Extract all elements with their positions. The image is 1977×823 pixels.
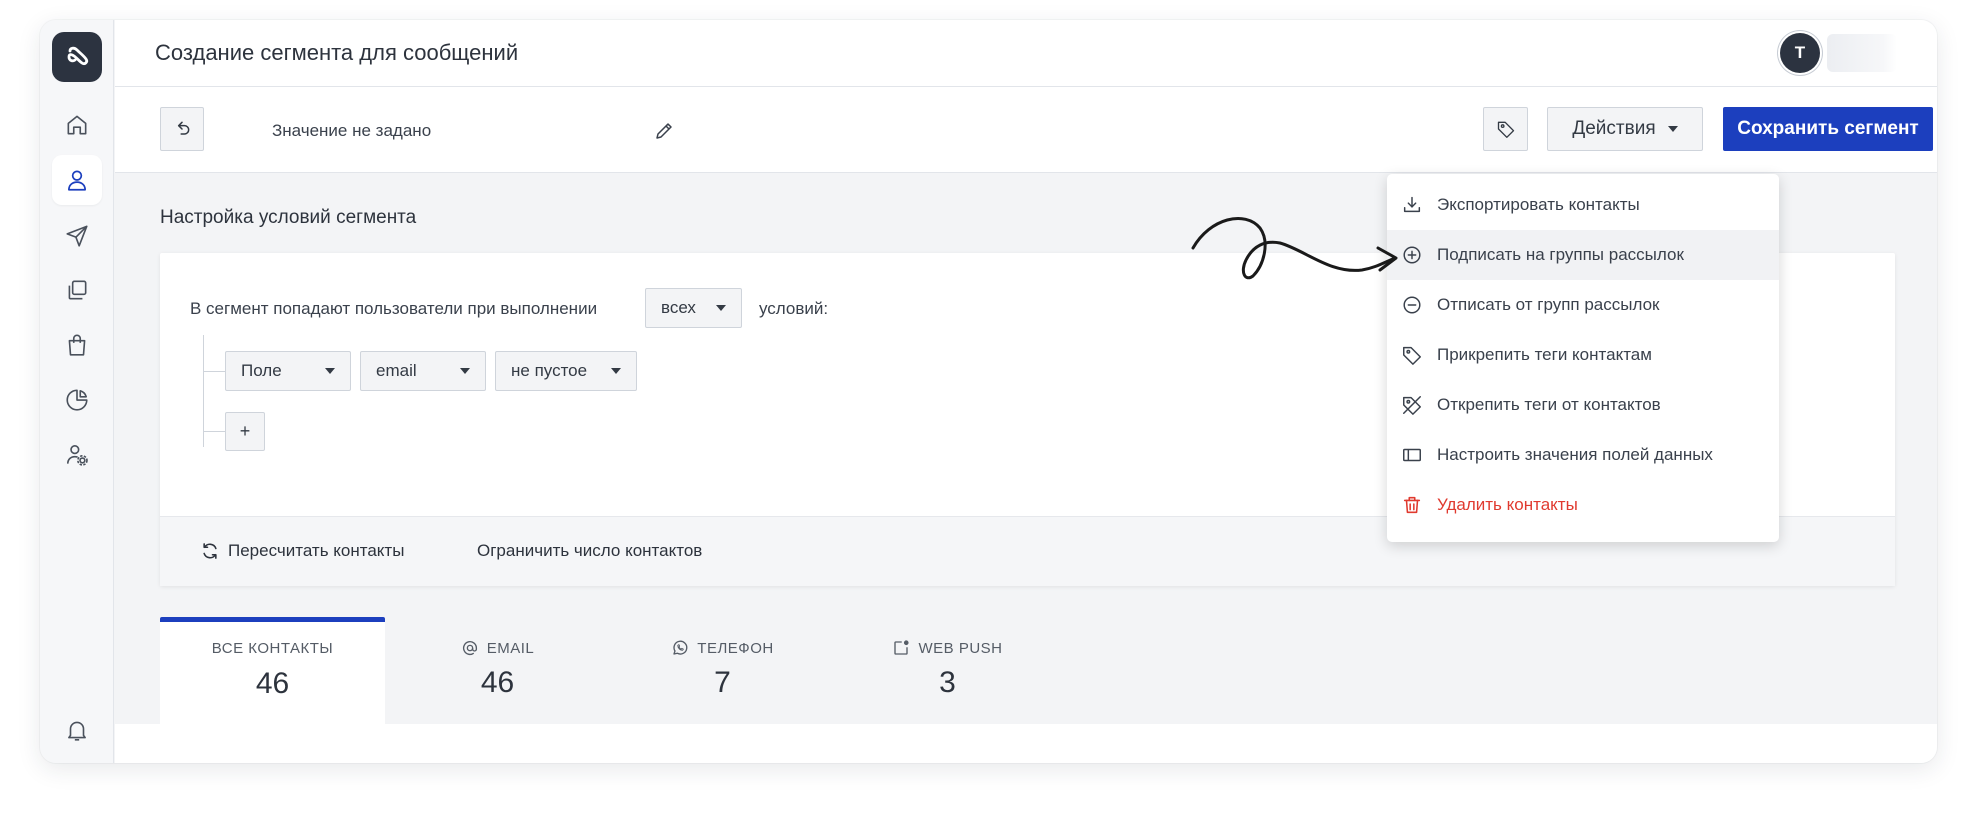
rule-prefix: В сегмент попадают пользователи при выпо… bbox=[190, 299, 598, 318]
match-select[interactable]: всех bbox=[645, 288, 742, 328]
menu-item-attach-tags[interactable]: Прикрепить теги контактам bbox=[1387, 330, 1779, 380]
menu-item-label: Настроить значения полей данных bbox=[1437, 445, 1713, 464]
sidebar-item-templates[interactable] bbox=[52, 265, 102, 315]
pie-chart-icon bbox=[66, 389, 88, 411]
tab-count: 46 bbox=[480, 666, 515, 699]
actions-dropdown-button[interactable]: Действия bbox=[1547, 107, 1703, 151]
sidebar-item-notifications[interactable] bbox=[52, 705, 102, 755]
menu-item-label: Отписать от групп рассылок bbox=[1437, 295, 1660, 314]
sidebar-item-campaigns[interactable] bbox=[52, 210, 102, 260]
back-button[interactable] bbox=[160, 107, 204, 151]
download-icon bbox=[1403, 196, 1421, 213]
section-title: Настройка условий сегмента bbox=[160, 207, 417, 228]
menu-item-delete-contacts[interactable]: Удалить контакты bbox=[1387, 480, 1779, 530]
field-icon bbox=[1403, 448, 1421, 462]
tab-label: ТЕЛЕФОН bbox=[697, 639, 774, 657]
sidebar-item-shop[interactable] bbox=[52, 320, 102, 370]
tab-count: 3 bbox=[939, 666, 956, 699]
sidebar-item-home[interactable] bbox=[52, 100, 102, 150]
tab-email[interactable]: EMAIL 46 bbox=[385, 617, 610, 724]
home-icon bbox=[67, 115, 87, 135]
caret-down-icon bbox=[611, 368, 621, 374]
menu-item-export[interactable]: Экспортировать контакты bbox=[1387, 180, 1779, 230]
tab-count: 7 bbox=[714, 666, 731, 699]
recalculate-button[interactable]: Пересчитать контакты bbox=[200, 541, 404, 561]
tab-label: EMAIL bbox=[486, 639, 535, 657]
tree-branch bbox=[203, 371, 225, 372]
field-type-select[interactable]: Поле bbox=[225, 351, 351, 391]
caret-down-icon bbox=[1667, 126, 1678, 132]
tab-web-push[interactable]: WEB PUSH 3 bbox=[835, 617, 1060, 724]
limit-contacts-button[interactable]: Ограничить число контактов bbox=[477, 541, 702, 561]
field-value: email bbox=[376, 361, 417, 380]
menu-item-label: Экспортировать контакты bbox=[1437, 195, 1640, 214]
main-area: Создание сегмента для сообщений T Значен… bbox=[115, 20, 1937, 763]
tab-label: ВСЕ КОНТАКТЫ bbox=[211, 640, 334, 657]
templates-icon bbox=[68, 280, 87, 300]
caret-down-icon bbox=[460, 368, 470, 374]
whatsapp-icon bbox=[673, 640, 688, 655]
menu-item-label: Удалить контакты bbox=[1437, 495, 1578, 514]
page-title: Создание сегмента для сообщений bbox=[155, 40, 519, 65]
web-push-icon bbox=[894, 640, 910, 655]
tag-icon bbox=[1497, 121, 1514, 138]
menu-item-subscribe[interactable]: Подписать на группы рассылок bbox=[1387, 230, 1779, 280]
tab-count: 46 bbox=[255, 667, 290, 700]
content-bottom bbox=[115, 724, 1937, 763]
tag-off-icon bbox=[1403, 396, 1421, 415]
bell-icon bbox=[68, 721, 86, 741]
caret-down-icon bbox=[716, 305, 726, 311]
channel-tabs: ВСЕ КОНТАКТЫ 46 EMAIL 46 ТЕЛЕФОН 7 WEB P… bbox=[160, 617, 1937, 724]
sidebar bbox=[40, 20, 114, 763]
tab-phone[interactable]: ТЕЛЕФОН 7 bbox=[610, 617, 835, 724]
shopping-bag-icon bbox=[68, 334, 86, 356]
plus-circle-icon bbox=[1403, 246, 1421, 264]
menu-item-field-values[interactable]: Настроить значения полей данных bbox=[1387, 430, 1779, 480]
at-icon bbox=[462, 640, 477, 656]
pencil-icon[interactable] bbox=[652, 119, 676, 143]
minus-circle-icon bbox=[1403, 296, 1421, 314]
user-settings-icon bbox=[66, 444, 88, 466]
actions-menu: Экспортировать контакты Подписать на гру… bbox=[1387, 174, 1779, 542]
sidebar-item-users-settings[interactable] bbox=[52, 430, 102, 480]
menu-item-label: Открепить теги от контактов bbox=[1437, 395, 1661, 414]
operator-select[interactable]: не пустое bbox=[495, 351, 637, 391]
field-type-value: Поле bbox=[241, 361, 282, 380]
menu-item-label: Прикрепить теги контактам bbox=[1437, 345, 1652, 364]
refresh-icon bbox=[203, 543, 217, 559]
sidebar-item-analytics[interactable] bbox=[52, 375, 102, 425]
tab-label: WEB PUSH bbox=[918, 639, 1003, 657]
tag-icon bbox=[1403, 346, 1421, 365]
user-icon bbox=[68, 170, 86, 191]
caret-down-icon bbox=[325, 368, 335, 374]
tab-all-contacts[interactable]: ВСЕ КОНТАКТЫ 46 bbox=[160, 617, 385, 724]
add-condition-button[interactable]: + bbox=[225, 412, 265, 451]
save-segment-button[interactable]: Сохранить сегмент bbox=[1723, 107, 1933, 151]
rule-suffix: условий: bbox=[759, 299, 829, 318]
trash-icon bbox=[1403, 496, 1421, 514]
menu-item-detach-tags[interactable]: Открепить теги от контактов bbox=[1387, 380, 1779, 430]
tree-branch bbox=[203, 431, 225, 432]
segment-toolbar: Значение не задано Действия Сохранить се… bbox=[115, 87, 1937, 173]
logo-icon bbox=[67, 46, 89, 66]
avatar-name-placeholder bbox=[1827, 34, 1897, 72]
avatar[interactable]: T bbox=[1780, 33, 1820, 73]
sidebar-item-contacts[interactable] bbox=[52, 155, 102, 205]
send-icon bbox=[66, 225, 88, 247]
page-header: Создание сегмента для сообщений T bbox=[115, 20, 1937, 87]
tag-button[interactable] bbox=[1483, 107, 1528, 151]
menu-item-label: Подписать на группы рассылок bbox=[1437, 245, 1684, 264]
actions-label: Действия bbox=[1572, 118, 1656, 139]
match-value: всех bbox=[661, 298, 696, 317]
segment-name[interactable]: Значение не задано bbox=[272, 121, 431, 141]
undo-icon bbox=[177, 121, 190, 135]
field-select[interactable]: email bbox=[360, 351, 486, 391]
menu-item-unsubscribe[interactable]: Отписать от групп рассылок bbox=[1387, 280, 1779, 330]
app-window: Создание сегмента для сообщений T Значен… bbox=[40, 20, 1937, 763]
operator-value: не пустое bbox=[511, 361, 588, 380]
recalculate-label: Пересчитать контакты bbox=[228, 541, 405, 560]
app-logo[interactable] bbox=[52, 32, 102, 82]
